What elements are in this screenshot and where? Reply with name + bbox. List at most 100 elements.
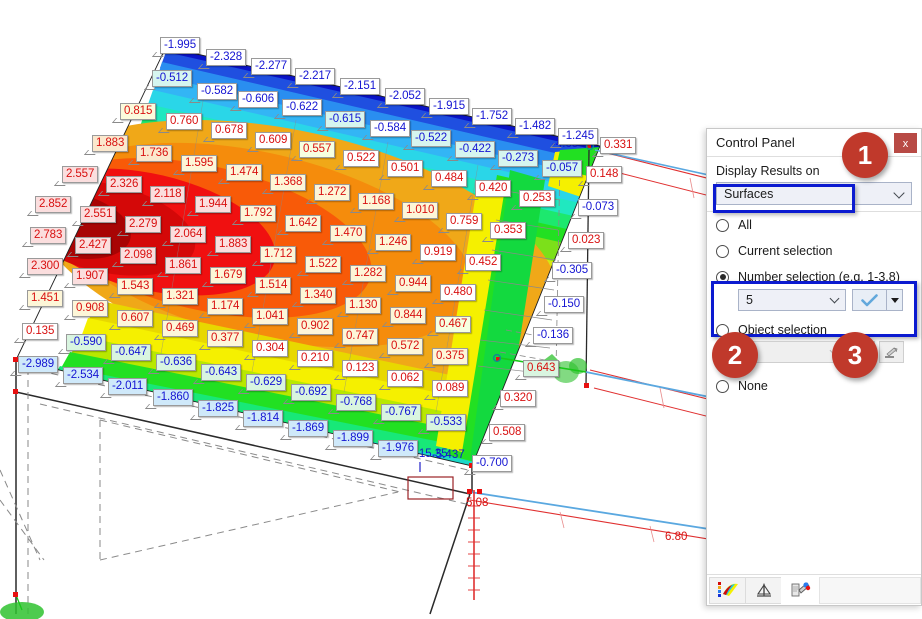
result-value-label: -2.277 (251, 58, 292, 75)
result-value-label: 1.595 (181, 155, 218, 172)
result-value-label: -0.422 (455, 141, 496, 158)
result-value-label: 1.642 (285, 215, 322, 232)
result-value-label: 2.557 (62, 166, 99, 183)
result-value-label: 0.815 (120, 103, 157, 120)
result-value-label: 0.643 (523, 360, 560, 377)
result-value-label: 1.861 (165, 257, 202, 274)
color-spectrum-button[interactable] (709, 576, 746, 604)
pick-multiple-objects-button[interactable] (879, 341, 904, 363)
apply-button[interactable] (852, 289, 886, 311)
result-value-label: -1.752 (472, 108, 513, 125)
radio-none[interactable] (716, 379, 729, 393)
result-value-label: 0.759 (446, 213, 483, 230)
result-value-label: -0.647 (111, 344, 152, 361)
result-value-label: -0.584 (370, 120, 411, 137)
result-value-label: -0.533 (426, 414, 467, 431)
radio-number-selection[interactable] (716, 270, 729, 284)
result-value-label: -1.995 (160, 37, 201, 54)
result-value-label: 0.023 (568, 232, 605, 249)
result-value-label: 0.420 (475, 180, 512, 197)
result-value-label: -2.989 (18, 356, 59, 373)
result-value-label: -0.150 (544, 296, 585, 313)
result-value-label: -0.692 (291, 384, 332, 401)
result-value-label: 0.331 (600, 137, 637, 154)
result-value-label: 1.883 (215, 236, 252, 253)
close-icon[interactable]: x (894, 133, 917, 153)
result-value-label: 0.062 (387, 370, 424, 387)
result-value-label: 0.253 (519, 190, 556, 207)
result-value-label: -0.136 (533, 327, 574, 344)
result-value-label: 0.148 (586, 166, 623, 183)
result-value-label: 1.168 (358, 193, 395, 210)
result-value-label: 1.451 (27, 290, 64, 307)
plain-value-label: -5.437 (432, 449, 465, 461)
result-value-label: 2.783 (30, 227, 67, 244)
result-value-label: 0.760 (166, 113, 203, 130)
number-selection-dropdown[interactable]: 5 (738, 289, 846, 311)
result-value-label: 0.353 (490, 222, 527, 239)
result-value-label: -0.636 (156, 354, 197, 371)
paint-results-icon (791, 582, 810, 597)
result-value-label: 1.522 (305, 256, 342, 273)
panel-title-bar: Control Panel (707, 129, 921, 157)
number-selection-value: 5 (746, 293, 753, 307)
result-value-label: 2.326 (106, 176, 143, 193)
pick-multiple-icon (884, 347, 898, 358)
result-value-label: -0.057 (542, 160, 583, 177)
result-value-label: -0.615 (325, 111, 366, 128)
result-value-label: -1.825 (198, 400, 239, 417)
balance-scale-button[interactable] (745, 576, 782, 604)
radio-label-object-selection: Object selection (738, 323, 827, 337)
result-value-label: -2.217 (295, 68, 336, 85)
result-value-label: 1.041 (252, 308, 289, 325)
radio-label-none: None (738, 379, 768, 393)
result-value-label: -1.976 (378, 440, 419, 457)
panel-bottom-toolbar (707, 574, 921, 605)
result-value-label: -0.767 (381, 404, 422, 421)
result-value-label: -0.700 (472, 455, 513, 472)
result-value-label: 0.375 (432, 348, 469, 365)
display-results-dropdown[interactable]: Surfaces (716, 182, 912, 205)
result-value-label: -0.590 (66, 334, 107, 351)
result-value-label: -0.643 (201, 364, 242, 381)
result-value-label: 0.557 (299, 141, 336, 158)
result-value-label: 0.572 (387, 338, 424, 355)
result-value-label: 0.522 (343, 150, 380, 167)
result-value-label: -1.245 (558, 128, 599, 145)
result-value-label: 0.609 (255, 132, 292, 149)
radio-row-number-selection[interactable]: Number selection (e.g. 1-3,8) (707, 264, 921, 286)
radio-label-current-selection: Current selection (738, 244, 833, 258)
result-value-label: 1.272 (314, 184, 351, 201)
chevron-down-icon (893, 186, 905, 199)
result-value-label: 0.501 (387, 160, 424, 177)
result-value-label: 2.852 (35, 196, 72, 213)
apply-dropdown-button[interactable] (886, 289, 903, 311)
result-value-label: -2.534 (63, 367, 104, 384)
radio-all[interactable] (716, 218, 729, 232)
result-value-label: -2.052 (385, 88, 426, 105)
panel-title-text: Control Panel (716, 135, 795, 150)
radio-row-all[interactable]: All (707, 212, 921, 238)
result-value-label: 0.210 (297, 350, 334, 367)
chevron-down-icon (829, 293, 840, 304)
checkmark-icon (861, 293, 878, 306)
result-value-label: 1.282 (350, 265, 387, 282)
step-badge-2: 2 (712, 332, 758, 378)
radio-row-current-selection[interactable]: Current selection (707, 238, 921, 264)
radio-current-selection[interactable] (716, 244, 729, 258)
result-value-label: 1.907 (72, 268, 109, 285)
result-value-label: -0.629 (246, 374, 287, 391)
result-value-label: 1.010 (402, 202, 439, 219)
result-value-label: -2.011 (108, 378, 148, 395)
result-value-label: 1.736 (136, 145, 173, 162)
result-value-label: 0.467 (435, 316, 472, 333)
result-value-label: -0.582 (197, 83, 238, 100)
result-value-label: -1.915 (429, 98, 470, 115)
result-value-label: -1.860 (153, 389, 194, 406)
result-value-label: 0.135 (22, 323, 59, 340)
result-value-label: -0.622 (282, 99, 323, 116)
result-value-label: 0.747 (342, 328, 379, 345)
result-value-label: 0.678 (211, 122, 248, 139)
result-value-label: -0.768 (336, 394, 377, 411)
paint-results-button[interactable] (781, 576, 818, 604)
